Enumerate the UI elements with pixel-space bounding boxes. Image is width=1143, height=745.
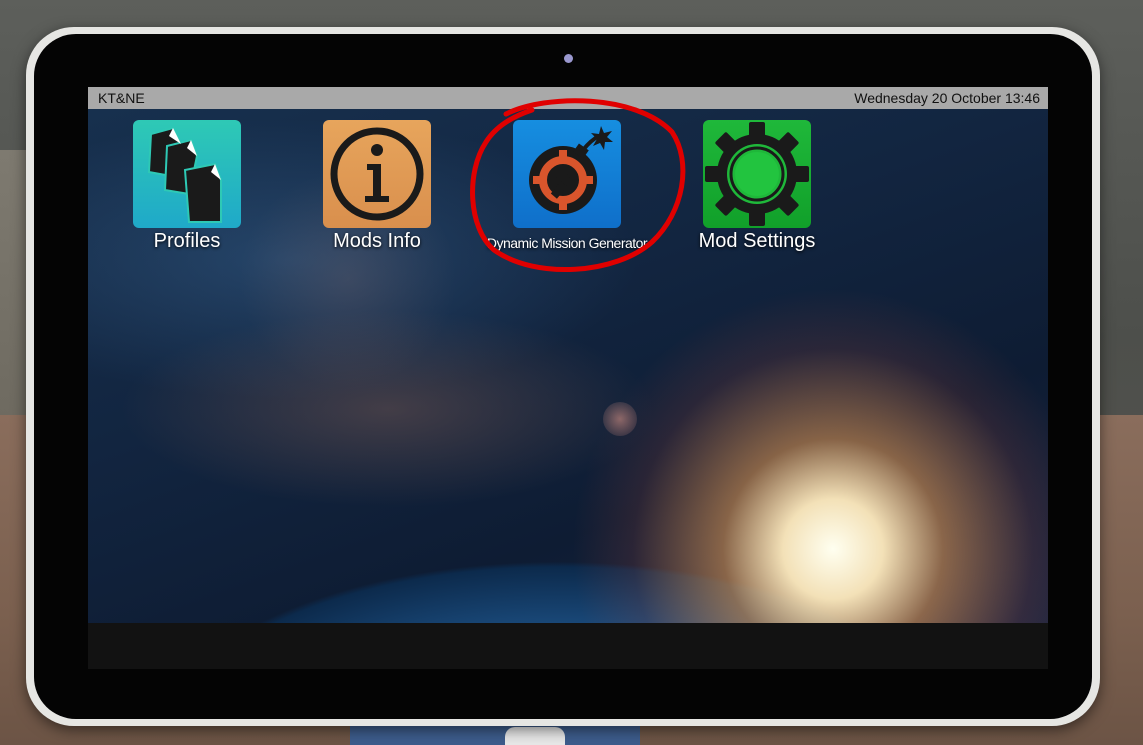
app-name: KT&NE <box>98 90 145 106</box>
app-profiles[interactable]: Profiles <box>92 120 282 253</box>
tablet-screen: KT&NE Wednesday 20 October 13:46 Profile… <box>88 87 1048 669</box>
lens-flare <box>603 402 637 436</box>
red-highlight-circle <box>470 98 686 273</box>
mods-info-label: Mods Info <box>333 230 421 252</box>
tablet-stand-knob <box>505 727 565 745</box>
profiles-icon[interactable] <box>133 120 241 228</box>
profiles-label: Profiles <box>153 230 221 252</box>
gear-icon[interactable] <box>703 120 811 228</box>
bottom-bar <box>88 623 1048 669</box>
date-time: Wednesday 20 October 13:46 <box>854 90 1040 106</box>
camera-dot <box>564 54 573 63</box>
app-mods-info[interactable]: Mods Info <box>282 120 472 253</box>
info-icon[interactable] <box>323 120 431 228</box>
